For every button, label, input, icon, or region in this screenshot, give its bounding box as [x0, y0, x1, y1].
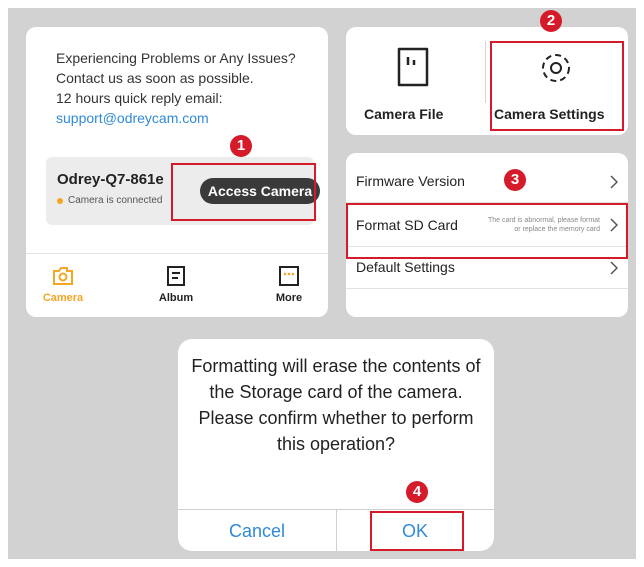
- tab-album[interactable]: Album: [146, 264, 206, 304]
- sd-card-icon: [397, 47, 429, 87]
- step-badge-4: 4: [406, 481, 428, 503]
- highlight-box-access-camera: [171, 163, 316, 221]
- tab-album-label: Album: [158, 292, 194, 304]
- contact-line: 12 hours quick reply email:: [56, 90, 223, 106]
- highlight-box-camera-settings: [490, 41, 624, 131]
- bottom-tab-bar: Camera Album More: [26, 253, 328, 317]
- home-panel: Experiencing Problems or Any Issues? Con…: [26, 27, 328, 317]
- camera-icon: [53, 267, 73, 285]
- tab-camera[interactable]: Camera: [33, 264, 93, 304]
- tab-camera-label: Camera: [42, 292, 84, 304]
- support-email-link[interactable]: support@odreycam.com: [56, 108, 296, 128]
- device-status: Camera is connected: [57, 195, 163, 206]
- device-status-text: Camera is connected: [68, 195, 163, 206]
- dialog-message: Formatting will erase the contents of th…: [191, 356, 481, 454]
- chevron-right-icon: [610, 261, 618, 275]
- format-confirm-dialog: Formatting will erase the contents of th…: [178, 339, 494, 551]
- screenshot-canvas: Experiencing Problems or Any Issues? Con…: [8, 8, 636, 559]
- camera-file-option[interactable]: Camera File: [346, 27, 485, 135]
- chevron-right-icon: [610, 175, 618, 189]
- camera-file-label: Camera File: [364, 106, 444, 122]
- step-badge-3: 3: [504, 169, 526, 191]
- status-dot-icon: [57, 197, 63, 204]
- contact-info: Experiencing Problems or Any Issues? Con…: [56, 48, 296, 128]
- menu-item-firmware-version[interactable]: Firmware Version: [346, 161, 628, 203]
- settings-menu-panel: Firmware Version Format SD Card The card…: [346, 153, 628, 317]
- tab-more[interactable]: More: [259, 264, 319, 304]
- more-icon: [279, 266, 299, 286]
- device-name: Odrey-Q7-861e: [57, 171, 164, 188]
- cancel-button[interactable]: Cancel: [178, 510, 336, 551]
- contact-line: Experiencing Problems or Any Issues?: [56, 50, 296, 66]
- step-badge-2: 2: [540, 10, 562, 32]
- album-icon: [167, 266, 185, 286]
- camera-options-panel: Camera File Camera Settings: [346, 27, 628, 135]
- tab-more-label: More: [275, 292, 303, 304]
- step-badge-1: 1: [230, 135, 252, 157]
- menu-item-label: Firmware Version: [356, 173, 465, 189]
- menu-item-label: Default Settings: [356, 259, 455, 275]
- contact-line: Contact us as soon as possible.: [56, 70, 254, 86]
- highlight-box-ok: [370, 511, 464, 551]
- highlight-box-format-sd-card: [346, 203, 628, 259]
